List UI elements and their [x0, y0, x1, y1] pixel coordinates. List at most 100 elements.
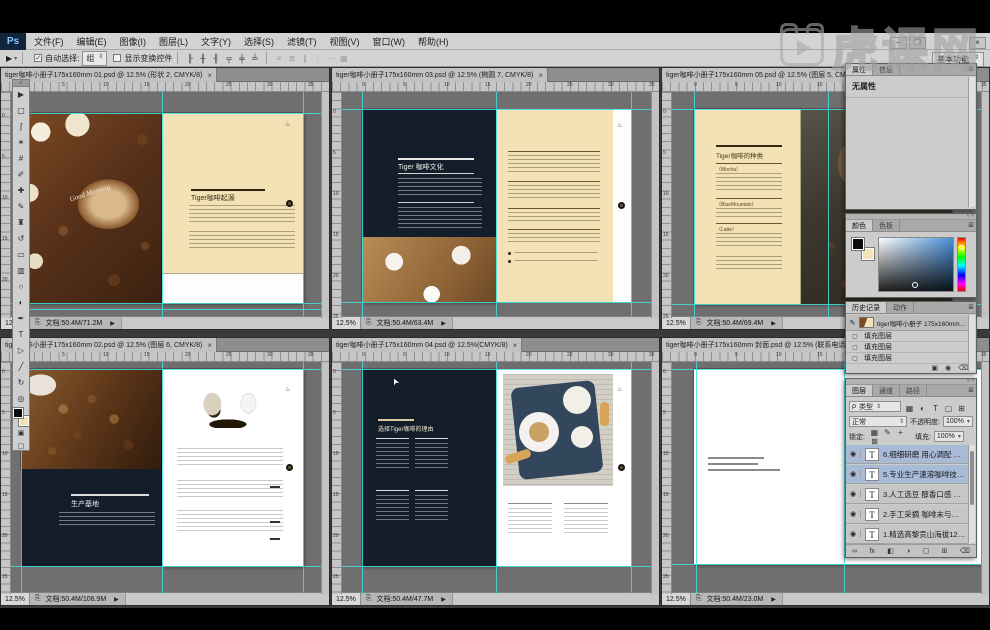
- horizontal-scrollbar[interactable]: [125, 593, 329, 605]
- horizontal-ruler[interactable]: 05101520253035: [1, 352, 329, 362]
- filter-icon[interactable]: ▦: [903, 404, 916, 413]
- doc-tab-04[interactable]: tiger咖啡小册子175x160mm 04.psd @ 12.5%(CMYK/…: [332, 338, 522, 352]
- guide[interactable]: [662, 564, 989, 565]
- guide[interactable]: [162, 92, 163, 318]
- guide[interactable]: [332, 369, 659, 370]
- vertical-ruler[interactable]: 0510152025: [1, 362, 11, 594]
- align-icon[interactable]: ╧: [248, 54, 261, 63]
- filter-icon[interactable]: ◐: [916, 404, 929, 413]
- tab-history[interactable]: 历史记录: [846, 302, 887, 313]
- align-icons[interactable]: ╟╫╢╤╪╧: [183, 54, 261, 63]
- lock-icons[interactable]: ▦✎+⊠: [868, 428, 912, 446]
- status-arrow-icon[interactable]: ▶: [110, 320, 115, 327]
- tab-info[interactable]: 信息: [873, 64, 900, 75]
- type-layer-thumbnail[interactable]: T: [865, 508, 879, 521]
- line-tool[interactable]: ╱: [19, 359, 24, 375]
- eyedropper-tool[interactable]: ✐: [18, 167, 25, 183]
- guide[interactable]: [332, 109, 659, 110]
- layer-row[interactable]: ◉ T 5.专业生产速溶咖啡技…: [846, 465, 968, 484]
- status-arrow-icon[interactable]: ▶: [441, 320, 446, 327]
- menu-item[interactable]: 选择(S): [244, 35, 274, 48]
- status-arrow-icon[interactable]: ▶: [771, 596, 776, 603]
- tab-channels[interactable]: 通道: [873, 385, 900, 396]
- brush-tool[interactable]: ✎: [18, 199, 25, 215]
- doc-tab-02[interactable]: tiger咖啡小册子175x160mm 02.psd @ 12.5% (图层 6…: [1, 338, 217, 352]
- type-tool[interactable]: T: [19, 327, 24, 343]
- foreground-color[interactable]: [13, 408, 23, 418]
- guide[interactable]: [332, 302, 659, 303]
- horizontal-ruler[interactable]: 05101520253035: [332, 352, 659, 362]
- layer-mask-icon[interactable]: ◧: [887, 547, 894, 555]
- panel-scrollbar[interactable]: [968, 77, 975, 207]
- new-doc-from-state-icon[interactable]: ▣: [931, 364, 938, 372]
- vertical-scrollbar[interactable]: [651, 362, 659, 594]
- fill-combo[interactable]: 100% ▾: [934, 431, 964, 442]
- guide[interactable]: [696, 362, 697, 594]
- history-brush-source-icon[interactable]: ✎: [846, 319, 859, 327]
- delete-layer-icon[interactable]: ⌫: [960, 547, 970, 555]
- opacity-combo[interactable]: 100% ▾: [943, 416, 973, 427]
- foreground-color[interactable]: [852, 238, 864, 250]
- hue-slider[interactable]: [957, 237, 966, 292]
- guide[interactable]: [496, 362, 497, 594]
- move-tool[interactable]: ▶: [18, 87, 24, 103]
- type-layer-thumbnail[interactable]: T: [865, 528, 879, 541]
- canvas-area[interactable]: 0510152025 Good Morning Tiger咖啡起源 ♨: [1, 92, 329, 318]
- canvas-area[interactable]: 0510152025 生产基地 ♨: [1, 362, 329, 594]
- panel-menu-icon[interactable]: ≣: [968, 221, 974, 229]
- visibility-eye-icon[interactable]: ◉: [846, 510, 861, 518]
- close-panel-icon[interactable]: ×: [971, 378, 974, 384]
- collapse-icon[interactable]: «: [967, 378, 970, 384]
- guide[interactable]: [694, 92, 695, 318]
- layer-row[interactable]: ◉ T 3.人工选豆 醇香口感 …: [846, 485, 968, 504]
- vertical-ruler[interactable]: 0510152025: [662, 362, 672, 594]
- healing-brush-tool[interactable]: ✚: [18, 183, 25, 199]
- panel-menu-icon[interactable]: ≣: [968, 65, 974, 73]
- close-tab-icon[interactable]: ×: [207, 341, 212, 350]
- layer-name[interactable]: 1.精选高黎贡山海拔12…: [883, 529, 965, 540]
- dodge-tool[interactable]: ◐: [19, 295, 24, 311]
- canvas-area[interactable]: 0510152025 选择Tiger咖啡的理由 ➤: [332, 362, 659, 594]
- toolbar-grip[interactable]: ≡: [13, 80, 29, 87]
- hue-slider-marker[interactable]: [959, 245, 964, 250]
- layer-name[interactable]: 5.专业生产速溶咖啡技…: [883, 469, 964, 480]
- minimize-button[interactable]: –: [890, 37, 907, 49]
- auto-select-combo[interactable]: 组 ⇕: [82, 51, 107, 66]
- guide[interactable]: [631, 92, 632, 318]
- lock-icon[interactable]: ▦: [868, 428, 881, 437]
- zoom-level[interactable]: 12.5%: [662, 317, 691, 329]
- filter-icon[interactable]: ▢: [942, 404, 955, 413]
- blend-mode-combo[interactable]: 正常 ⇕: [849, 416, 907, 427]
- visibility-eye-icon[interactable]: ◉: [846, 490, 861, 498]
- guide[interactable]: [496, 92, 497, 318]
- vertical-ruler[interactable]: 0510152025: [662, 92, 672, 318]
- color-swatch-pair[interactable]: [852, 238, 874, 260]
- guide[interactable]: [1, 113, 329, 114]
- menu-item[interactable]: 图像(I): [120, 35, 147, 48]
- vertical-ruler[interactable]: 0510152025: [332, 92, 342, 318]
- new-group-icon[interactable]: ▢: [923, 547, 930, 555]
- vertical-scrollbar[interactable]: [321, 92, 329, 318]
- guide[interactable]: [1, 309, 329, 310]
- menu-item[interactable]: 视图(V): [330, 35, 360, 48]
- quick-selection-tool[interactable]: ✶: [18, 135, 25, 151]
- align-icon[interactable]: ╫: [196, 54, 209, 63]
- restore-button[interactable]: ❐: [909, 37, 926, 49]
- layer-row[interactable]: ◉ T 2.手工采摘 咖啡末与…: [846, 505, 968, 524]
- status-arrow-icon[interactable]: ▶: [441, 596, 446, 603]
- vertical-scrollbar[interactable]: [321, 362, 329, 594]
- doc-tab-01[interactable]: tiger咖啡小册子175x160mm 01.psd @ 12.5% (形状 2…: [1, 68, 217, 82]
- menu-item[interactable]: 滤镜(T): [287, 35, 317, 48]
- close-tab-icon[interactable]: ×: [207, 71, 212, 80]
- guide[interactable]: [631, 362, 632, 594]
- lock-icon[interactable]: ✎: [881, 428, 894, 437]
- menu-items[interactable]: 文件(F)编辑(E)图像(I)图层(L)文字(Y)选择(S)滤镜(T)视图(V)…: [34, 35, 462, 48]
- layer-name[interactable]: 6.细细研磨 用心调配 …: [883, 449, 961, 460]
- menu-item[interactable]: 图层(L): [159, 35, 188, 48]
- guide[interactable]: [303, 362, 304, 594]
- horizontal-scrollbar[interactable]: [121, 317, 329, 329]
- layer-filter-combo[interactable]: ρ 类型 ⇕: [849, 401, 901, 412]
- screen-mode-button[interactable]: ▢: [13, 440, 29, 453]
- vertical-ruler[interactable]: 0510152025: [332, 362, 342, 594]
- new-layer-icon[interactable]: ⊞: [942, 547, 948, 555]
